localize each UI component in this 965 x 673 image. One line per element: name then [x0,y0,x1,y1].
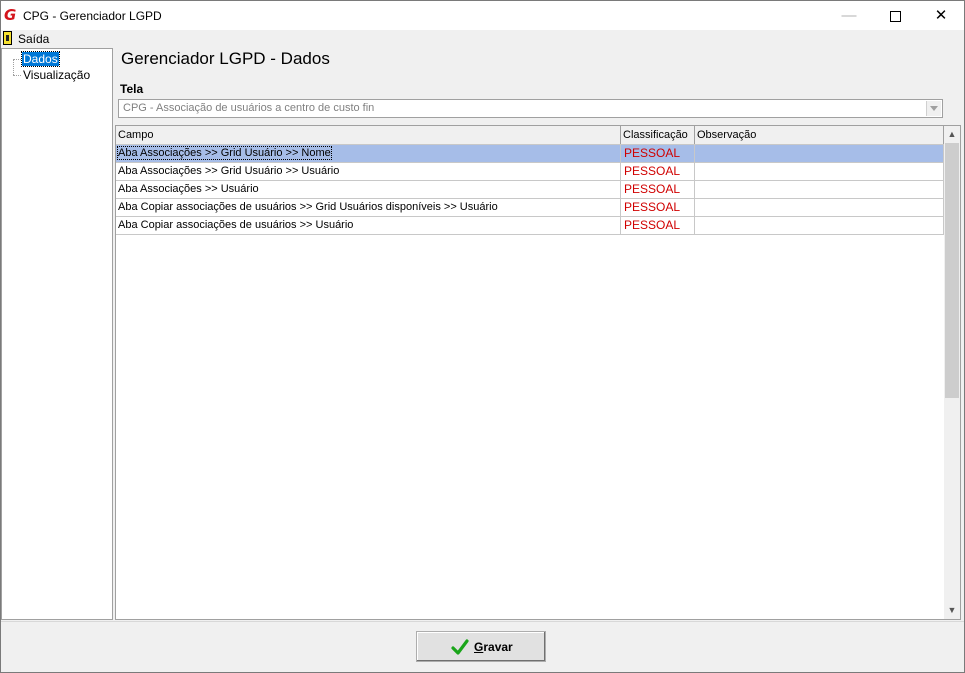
cell-observacao[interactable] [695,199,944,216]
gravar-button-label: Gravar [474,640,513,654]
column-header-campo[interactable]: Campo [116,126,621,144]
title-bar: G CPG - Gerenciador LGPD — ✕ [1,1,964,30]
cell-classificacao[interactable]: PESSOAL [621,217,695,234]
tela-label: Tela [120,82,144,96]
tree-item-visualizacao[interactable]: Visualização [22,68,91,82]
navigation-tree: Dados Visualização [1,48,113,620]
table-row[interactable]: Aba Associações >> Usuário PESSOAL [116,181,944,199]
chevron-down-icon[interactable] [926,101,941,116]
tree-item-dados[interactable]: Dados [21,51,60,67]
page-title: Gerenciador LGPD - Dados [121,49,330,68]
cell-campo[interactable]: Aba Copiar associações de usuários >> Gr… [116,199,621,216]
scroll-down-icon[interactable]: ▼ [944,602,960,619]
app-window: G CPG - Gerenciador LGPD — ✕ Saída Dados… [0,0,965,673]
cell-campo[interactable]: Aba Associações >> Grid Usuário >> Nome [116,145,621,162]
column-header-observacao[interactable]: Observação [695,126,944,144]
grid-rows: Aba Associações >> Grid Usuário >> Nome … [116,145,944,235]
gravar-button[interactable]: Gravar [416,631,546,662]
scrollbar-thumb[interactable] [945,143,959,398]
column-header-classificacao[interactable]: Classificação [621,126,695,144]
cell-campo[interactable]: Aba Associações >> Usuário [116,181,621,198]
table-row[interactable]: Aba Copiar associações de usuários >> Us… [116,217,944,235]
cell-classificacao[interactable]: PESSOAL [621,163,695,180]
menu-bar: Saída [1,30,964,48]
cell-observacao[interactable] [695,145,944,162]
cell-campo[interactable]: Aba Associações >> Grid Usuário >> Usuár… [116,163,621,180]
cell-observacao[interactable] [695,217,944,234]
grid-header: Campo Classificação Observação [116,126,944,145]
vertical-scrollbar[interactable]: ▲ ▼ [944,126,960,619]
cell-observacao[interactable] [695,181,944,198]
cell-observacao[interactable] [695,163,944,180]
fields-grid: Campo Classificação Observação Aba Assoc… [115,125,961,620]
table-row[interactable]: Aba Associações >> Grid Usuário >> Usuár… [116,163,944,181]
cell-classificacao[interactable]: PESSOAL [621,199,695,216]
tela-select-value: CPG - Associação de usuários a centro de… [123,102,375,114]
exit-door-icon [3,31,12,45]
tela-select[interactable]: CPG - Associação de usuários a centro de… [118,99,943,118]
scroll-up-icon[interactable]: ▲ [944,126,960,143]
maximize-button[interactable] [872,1,918,30]
minimize-button[interactable]: — [826,1,872,30]
menu-item-label: Saída [18,32,50,46]
checkmark-icon [451,639,469,655]
app-logo-icon: G [4,6,17,24]
cell-campo[interactable]: Aba Copiar associações de usuários >> Us… [116,217,621,234]
window-title: CPG - Gerenciador LGPD [23,9,162,23]
table-row[interactable]: Aba Copiar associações de usuários >> Gr… [116,199,944,217]
cell-classificacao[interactable]: PESSOAL [621,145,695,162]
table-row[interactable]: Aba Associações >> Grid Usuário >> Nome … [116,145,944,163]
cell-classificacao[interactable]: PESSOAL [621,181,695,198]
close-button[interactable]: ✕ [918,1,964,30]
